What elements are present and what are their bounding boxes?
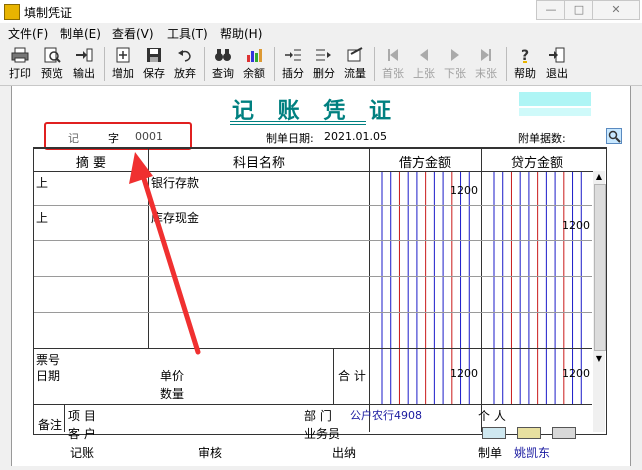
annotation-arrow [129, 152, 201, 355]
